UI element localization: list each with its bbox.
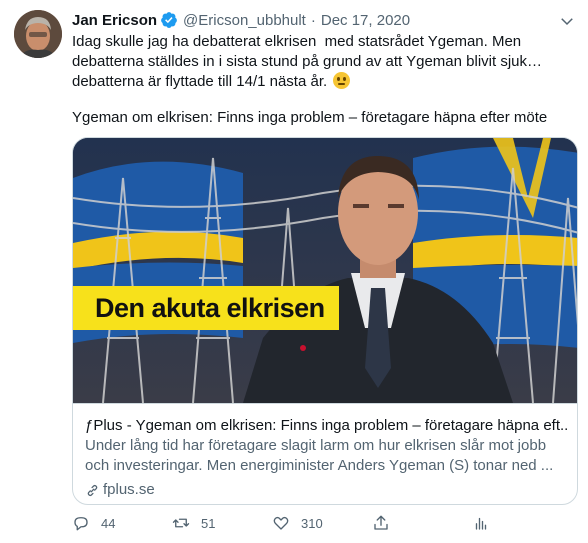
- card-meta[interactable]: ƒPlus - Ygeman om elkrisen: Finns inga p…: [73, 403, 577, 504]
- avatar[interactable]: [14, 10, 62, 58]
- tweet-header: Jan Ericson @Ericson_ubbhult · Dec 17, 2…: [72, 10, 410, 30]
- tweet[interactable]: Jan Ericson @Ericson_ubbhult · Dec 17, 2…: [0, 0, 588, 543]
- author-handle[interactable]: @Ericson_ubbhult: [183, 12, 306, 29]
- analytics-button[interactable]: [472, 514, 501, 532]
- share-icon: [374, 515, 388, 530]
- action-bar: 44 51 310: [72, 514, 572, 536]
- retweet-icon: [172, 518, 190, 528]
- link-icon: [87, 484, 98, 496]
- reply-button[interactable]: 44: [72, 514, 115, 532]
- separator: ·: [310, 11, 316, 29]
- retweet-count: 51: [201, 515, 216, 531]
- neutral-face-emoji: [333, 72, 351, 89]
- author-name[interactable]: Jan Ericson: [72, 12, 157, 29]
- like-count: 310: [301, 515, 323, 531]
- card-photo: [73, 138, 577, 403]
- analytics-icon: [475, 517, 487, 530]
- verified-badge-icon: [161, 12, 177, 28]
- reply-count: 44: [101, 515, 116, 531]
- tweet-text: Idag skulle jag ha debatterat elkrisen m…: [72, 32, 572, 92]
- tweet-body: Idag skulle jag ha debatterat elkrisen m…: [72, 33, 542, 90]
- share-button[interactable]: [372, 514, 401, 532]
- card-domain-text: fplus.se: [103, 481, 155, 498]
- card-image-banner: Den akuta elkrisen: [73, 286, 339, 330]
- card-description: Under lång tid har företagare slagit lar…: [85, 437, 554, 474]
- tweet-date[interactable]: Dec 17, 2020: [321, 12, 410, 29]
- avatar-image: [14, 10, 62, 58]
- reply-icon: [74, 517, 88, 531]
- tweet-headline: Ygeman om elkrisen: Finns inga problem –…: [72, 109, 548, 126]
- card-domain: fplus.se: [85, 480, 155, 500]
- card-image[interactable]: Den akuta elkrisen: [73, 138, 577, 403]
- more-caret-icon[interactable]: [558, 12, 576, 30]
- like-icon: [273, 516, 289, 530]
- retweet-button[interactable]: 51: [172, 514, 215, 532]
- like-button[interactable]: 310: [272, 514, 323, 532]
- link-card[interactable]: Den akuta elkrisen ƒPlus - Ygeman om elk…: [72, 137, 578, 505]
- card-title: ƒPlus - Ygeman om elkrisen: Finns inga p…: [85, 417, 567, 434]
